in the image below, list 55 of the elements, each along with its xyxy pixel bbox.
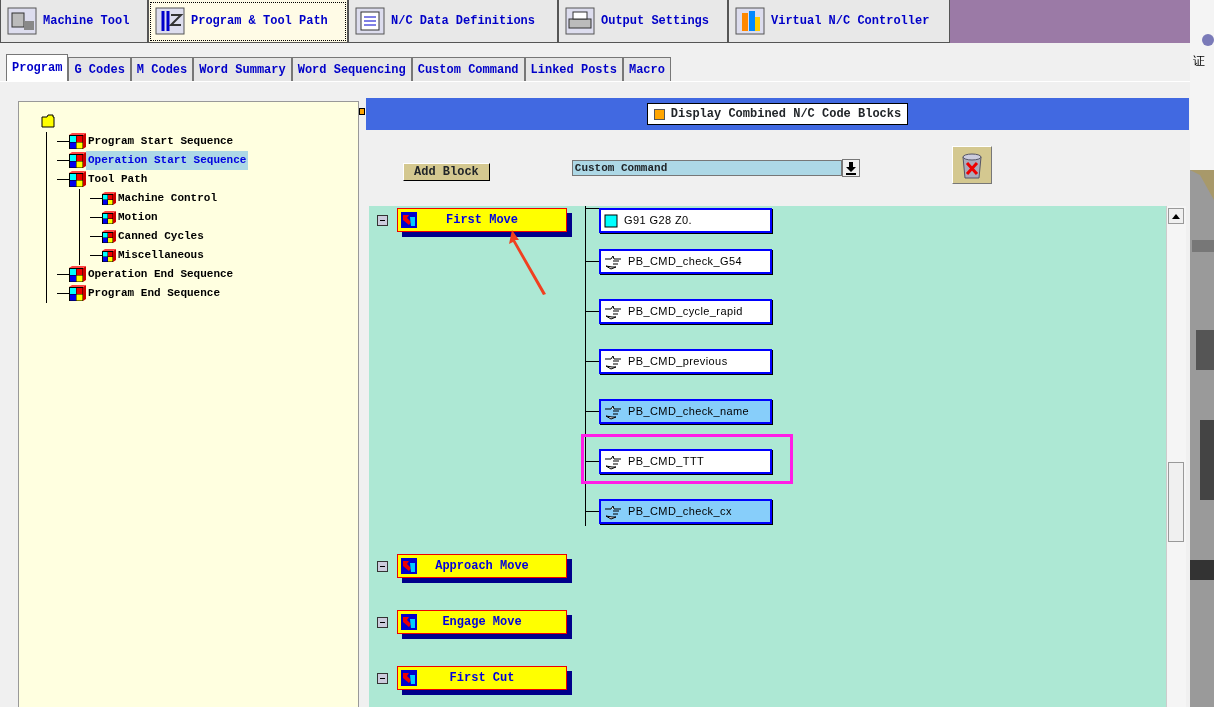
- tab[interactable]: Custom Command: [411, 57, 525, 81]
- tree-item[interactable]: Miscellaneous: [116, 246, 206, 265]
- collapse-icon: [377, 560, 388, 572]
- tree-item[interactable]: Machine Control: [116, 189, 220, 208]
- collapse-icon: [377, 616, 388, 628]
- tree-item[interactable]: Canned Cycles: [116, 227, 206, 246]
- command-block[interactable]: PB_CMD_check_G54: [599, 248, 772, 274]
- data-sheet-icon: [355, 7, 385, 35]
- scrollbar[interactable]: [1166, 206, 1186, 707]
- collapse-icon: [377, 672, 388, 684]
- command-block[interactable]: PB_CMD_TTT: [599, 448, 772, 474]
- tree-item[interactable]: Program Start Sequence: [86, 132, 236, 151]
- tab[interactable]: Virtual N/C Controller: [728, 0, 950, 43]
- tab[interactable]: Program & Tool Path: [148, 0, 348, 43]
- tree-item[interactable]: Program End Sequence: [86, 284, 223, 303]
- machine-icon: [7, 7, 37, 35]
- block-type-dropdown[interactable]: Custom Command: [571, 160, 842, 176]
- collapse-icon: [377, 214, 388, 226]
- display-combined-checkbox[interactable]: Display Combined N/C Code Blocks: [646, 103, 909, 125]
- download-arrow-icon: [844, 161, 857, 175]
- tab[interactable]: N/C Data Definitions: [348, 0, 558, 43]
- tree-item[interactable]: Tool Path: [86, 170, 150, 189]
- puzzle-icon: [401, 614, 417, 630]
- command-block[interactable]: PB_CMD_check_name: [599, 398, 772, 424]
- tab[interactable]: M Codes: [130, 57, 194, 81]
- tree-item[interactable]: Motion: [116, 208, 160, 227]
- tree-item[interactable]: Operation End Sequence: [86, 265, 236, 284]
- tab[interactable]: Machine Tool: [0, 0, 148, 43]
- tab[interactable]: Linked Posts: [524, 57, 623, 81]
- tab[interactable]: Program: [6, 54, 69, 81]
- square-icon: [604, 213, 618, 228]
- add-block-button[interactable]: Add Block: [403, 162, 490, 181]
- puzzle-icon: [401, 558, 417, 574]
- command-block[interactable]: PB_CMD_check_cx: [599, 498, 772, 524]
- bar-chart-icon: [735, 7, 765, 35]
- trash-button[interactable]: [951, 146, 992, 184]
- puzzle-icon: [401, 212, 417, 228]
- printer-icon: [565, 7, 595, 35]
- background-text: 证: [1193, 53, 1205, 70]
- tab[interactable]: G Codes: [68, 57, 131, 81]
- tab[interactable]: Macro: [622, 57, 671, 81]
- code-block[interactable]: G91 G28 Z0.: [599, 208, 772, 233]
- tab[interactable]: Word Sequencing: [291, 57, 412, 81]
- command-block[interactable]: PB_CMD_previous: [599, 348, 772, 374]
- command-block[interactable]: PB_CMD_cycle_rapid: [599, 298, 772, 324]
- folder-icon: [41, 113, 55, 128]
- puzzle-icon: [401, 670, 417, 686]
- toolpath-icon: [155, 7, 185, 35]
- tree-item[interactable]: Operation Start Sequence: [86, 151, 249, 170]
- tab[interactable]: Output Settings: [558, 0, 728, 43]
- sash-handle[interactable]: [359, 108, 365, 115]
- scroll-thumb[interactable]: [1168, 462, 1184, 542]
- tab[interactable]: Word Summary: [193, 57, 292, 81]
- dropdown-button[interactable]: [841, 159, 860, 177]
- scroll-up-icon[interactable]: [1168, 208, 1184, 224]
